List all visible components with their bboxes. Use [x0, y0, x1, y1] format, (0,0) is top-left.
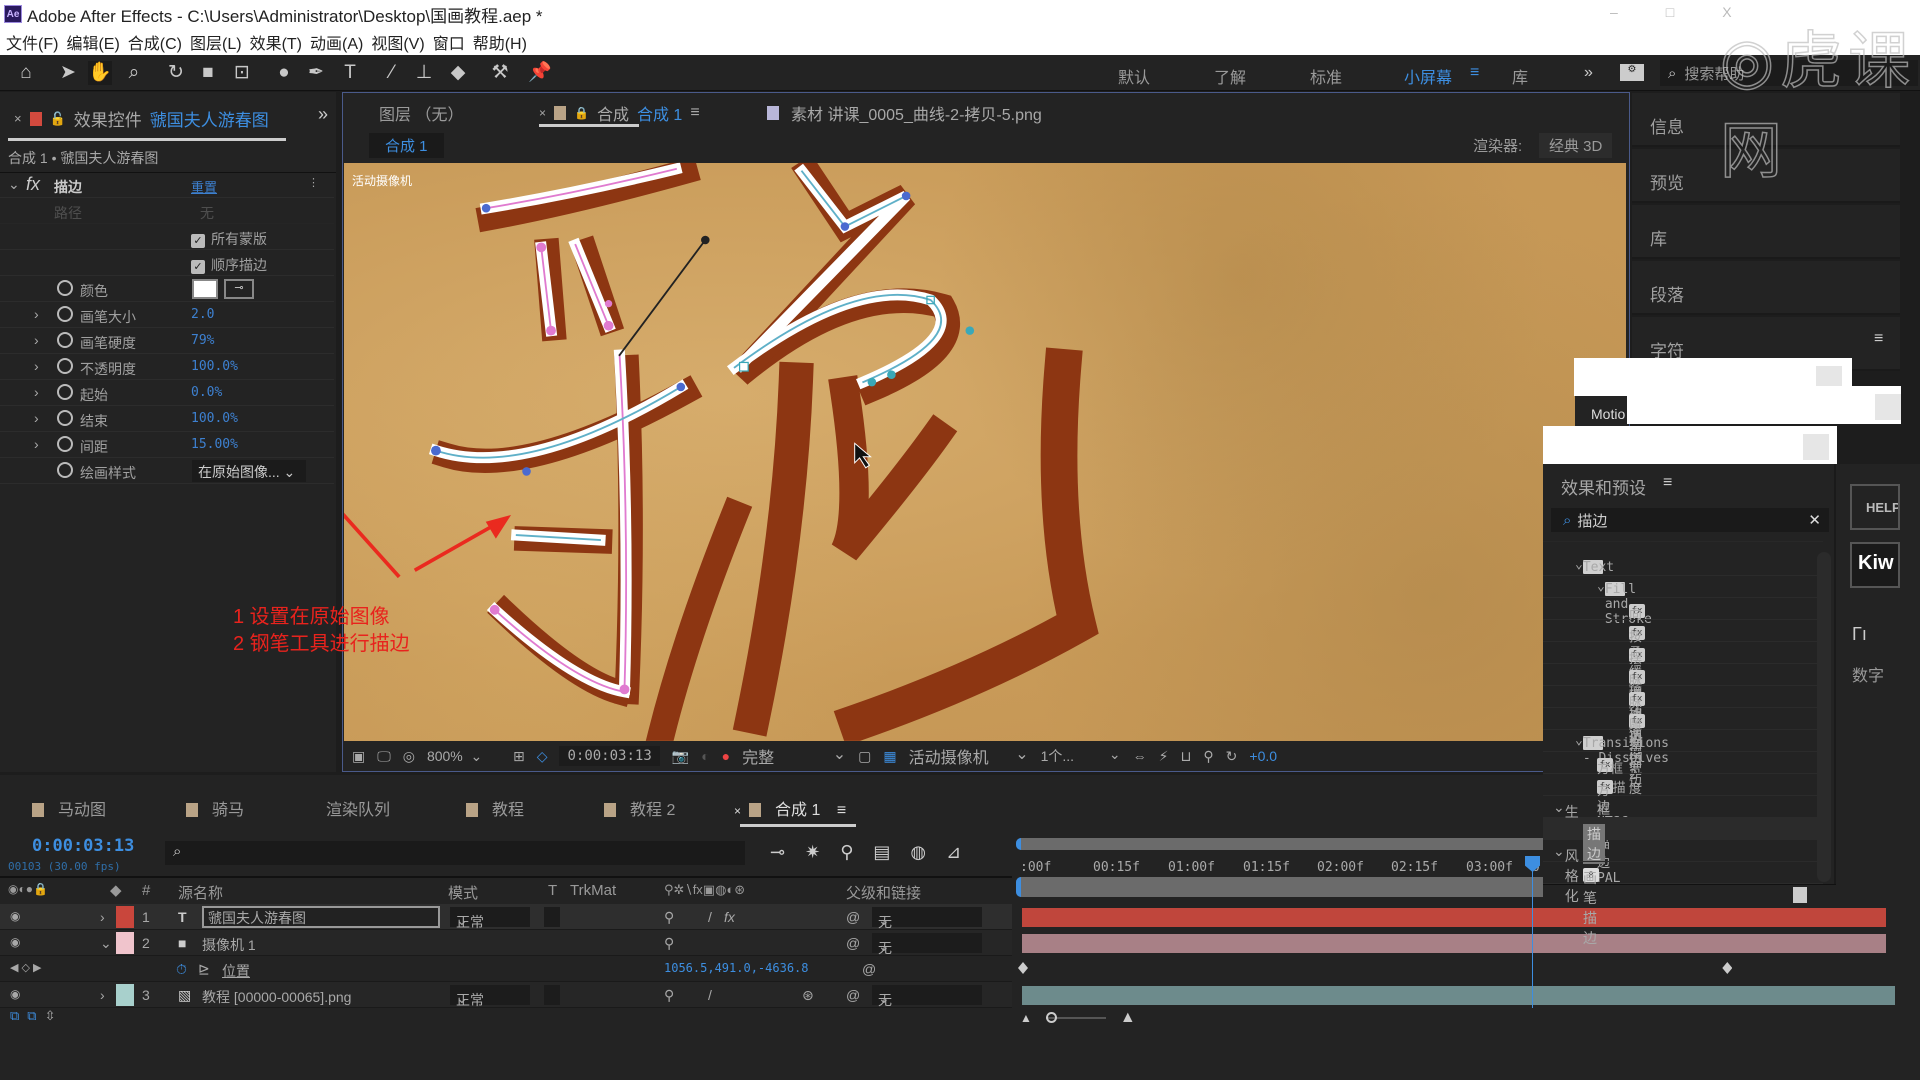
glyph-label: Γı: [1852, 624, 1867, 644]
show-snapshot-icon[interactable]: ◐: [701, 748, 709, 764]
effects-tree-item[interactable]: ⌄ Fill and Stroke: [1543, 576, 1823, 627]
effects-tree-item[interactable]: 8 画笔描边: [1543, 862, 1823, 946]
region-of-interest-icon[interactable]: ▢: [858, 748, 871, 765]
timeline-icon[interactable]: ⊔: [1180, 748, 1191, 765]
side-panel: HELP Kiw Γı 数字: [1836, 464, 1920, 904]
popup-window[interactable]: [1543, 426, 1837, 464]
effects-tree-item[interactable]: fx 向下柔缓描边: [1543, 598, 1823, 718]
title-safe-icon[interactable]: ⊞: [513, 748, 525, 765]
search-icon: ⌕: [1563, 511, 1572, 529]
preview-toggle-icon[interactable]: ▣: [352, 748, 365, 765]
effects-tree-item[interactable]: fx 脉冲描边 2: [1543, 686, 1823, 783]
resolution-dropdown[interactable]: 完整 ⌄: [742, 744, 846, 768]
search-value: 描边: [1577, 512, 1608, 530]
effects-search-input[interactable]: ⌕ 描边 ✕: [1551, 508, 1829, 532]
snapshot-icon[interactable]: 📷: [672, 748, 689, 765]
effects-tree-item[interactable]: fx 雕刻描边: [1543, 708, 1823, 790]
effects-tree-item[interactable]: ⌄ 风格化: [1543, 840, 1823, 904]
effects-tree-item[interactable]: fx 摆动描边宽度: [1543, 642, 1823, 762]
exposure-value[interactable]: +0.0: [1249, 748, 1277, 764]
annotation-arrows: [344, 512, 512, 579]
new-preset-icon[interactable]: [1793, 887, 1807, 903]
motion-label: Motio: [1575, 396, 1627, 426]
channel-icon[interactable]: ●: [722, 748, 730, 764]
annotation-1: 1 设置在原始图像: [233, 606, 390, 628]
effects-tree-item[interactable]: ⌄ 生成: [1543, 796, 1823, 840]
active-camera-label: 活动摄像机: [352, 174, 413, 188]
effects-tree-item[interactable]: 8 描边: [1543, 818, 1823, 864]
effects-tree-item[interactable]: fx 按行的摆动描边宽度: [1543, 620, 1823, 797]
kiwi-thumbnail[interactable]: Kiw: [1850, 542, 1900, 588]
popup-window[interactable]: [1627, 386, 1901, 424]
effects-tree-item[interactable]: fx 方框 - 描边 NTSC: [1543, 752, 1823, 830]
effects-tree-item[interactable]: fx 方框 - 描边 PAL: [1543, 774, 1823, 886]
panel-title: 效果和预设: [1561, 479, 1646, 498]
toggle-pixel-aspect-icon[interactable]: ⇔: [1133, 748, 1147, 764]
watermark-logo: ◎虎课网: [1719, 26, 1917, 187]
effects-tree-item[interactable]: fx 脉冲描边: [1543, 664, 1823, 746]
mask-visibility-icon[interactable]: ◎: [403, 748, 415, 765]
annotation-text: 1 设置在原始图像 2 钢笔工具进行描边: [233, 604, 410, 658]
mask-path-toggle-icon[interactable]: ◇: [537, 748, 548, 765]
clear-search-icon[interactable]: ✕: [1808, 511, 1821, 529]
annotation-2: 2 钢笔工具进行描边: [233, 633, 410, 655]
viewer-timecode[interactable]: 0:00:03:13: [559, 746, 660, 766]
effects-tree-item[interactable]: ⌄ 动画预设: [1543, 532, 1823, 542]
effects-tree-item[interactable]: ⌄ Text: [1543, 554, 1823, 576]
transparency-grid-icon[interactable]: ▦: [883, 748, 896, 765]
help-button[interactable]: HELP: [1850, 484, 1900, 530]
digits-label: 数字: [1852, 668, 1885, 685]
fast-preview-icon[interactable]: ⚡: [1159, 748, 1169, 765]
views-count-dropdown[interactable]: 1个... ⌄: [1041, 746, 1121, 766]
view-dropdown[interactable]: 活动摄像机 ⌄: [909, 744, 1029, 768]
reset-exposure-icon[interactable]: ↻: [1226, 748, 1238, 765]
viewer-footer: ▣ 🖵 ◎ 800% ⌄ ⊞ ◇ 0:00:03:13 📷 ◐ ● 完整 ⌄ ▢…: [344, 742, 1628, 770]
zoom-dropdown[interactable]: 800% ⌄: [427, 748, 501, 765]
monitor-icon[interactable]: 🖵: [377, 748, 391, 765]
playhead-line: [1532, 856, 1533, 1008]
effects-tree-item[interactable]: ⌄ Transitions - Dissolves: [1543, 730, 1823, 766]
panel-menu-icon[interactable]: ≡: [1663, 474, 1672, 492]
flowchart-icon[interactable]: ⚲: [1203, 748, 1213, 765]
